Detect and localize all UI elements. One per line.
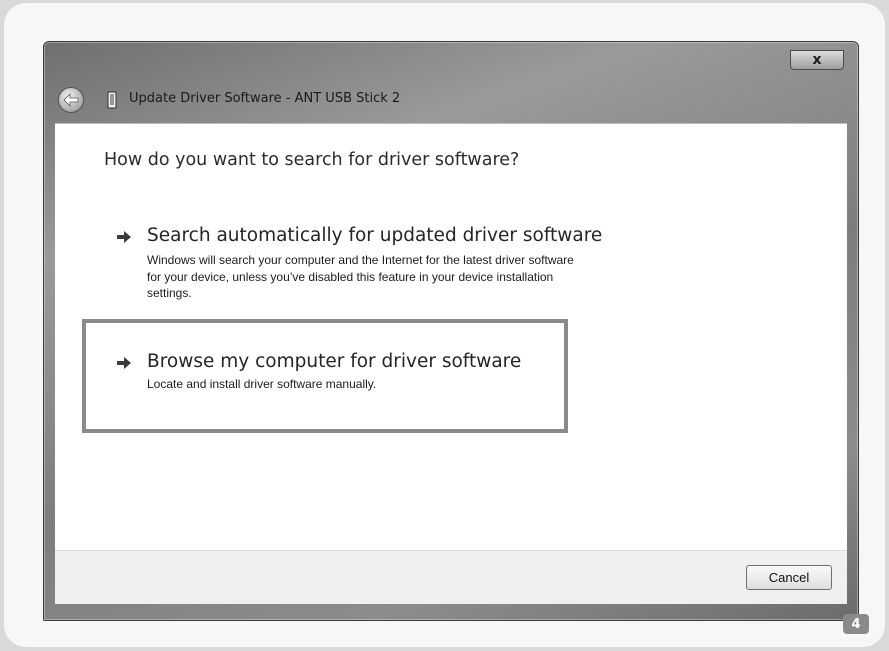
- page-number-badge: 4: [843, 614, 869, 634]
- highlight-box: [82, 319, 568, 433]
- arrow-right-icon: [117, 231, 131, 243]
- option-description-line: for your device, unless you’ve disabled …: [147, 269, 554, 284]
- window-title: Update Driver Software - ANT USB Stick 2: [129, 91, 401, 106]
- option-title: Search automatically for updated driver …: [147, 225, 603, 246]
- dialog-footer: [55, 550, 847, 604]
- back-button[interactable]: [58, 87, 84, 113]
- option-description-line: Windows will search your computer and th…: [147, 253, 574, 267]
- close-icon: x: [812, 52, 822, 68]
- option-description-line: settings.: [147, 286, 192, 300]
- back-arrow-icon: [63, 93, 79, 107]
- cancel-button[interactable]: Cancel: [746, 565, 832, 590]
- close-button[interactable]: x: [790, 50, 844, 70]
- page-heading: How do you want to search for driver sof…: [104, 150, 520, 170]
- usb-device-icon: [107, 91, 117, 109]
- option-description: Windows will search your computer and th…: [147, 252, 574, 302]
